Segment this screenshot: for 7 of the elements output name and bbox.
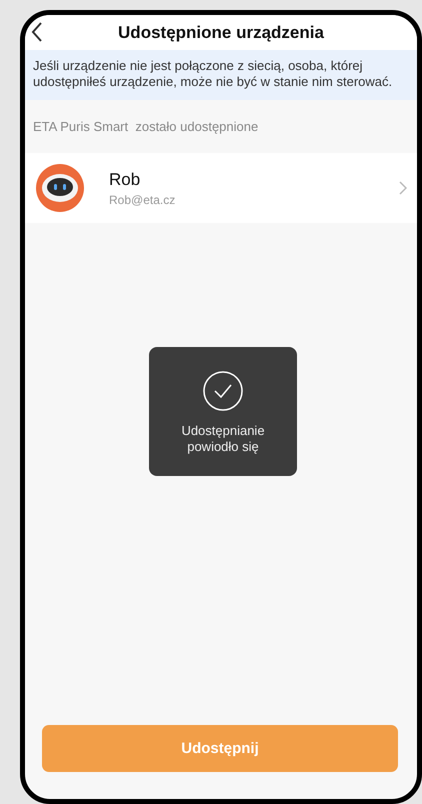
section-label: ETA Puris Smart zostało udostępnione — [32, 118, 260, 136]
page-title: Udostępnione urządzenia — [118, 22, 324, 42]
user-name: Rob — [109, 170, 142, 190]
toast-message: Udostępnianie powiodło się — [180, 423, 266, 455]
user-email: Rob@eta.cz — [109, 192, 176, 206]
notice-text: Jeśli urządzenie nie jest połączone z siecią, osoba, której udostępniłeś urządzenie, może nie być w stanie nim sterować. — [25, 50, 417, 100]
user-row[interactable]: Rob Rob@eta.cz — [25, 153, 417, 223]
